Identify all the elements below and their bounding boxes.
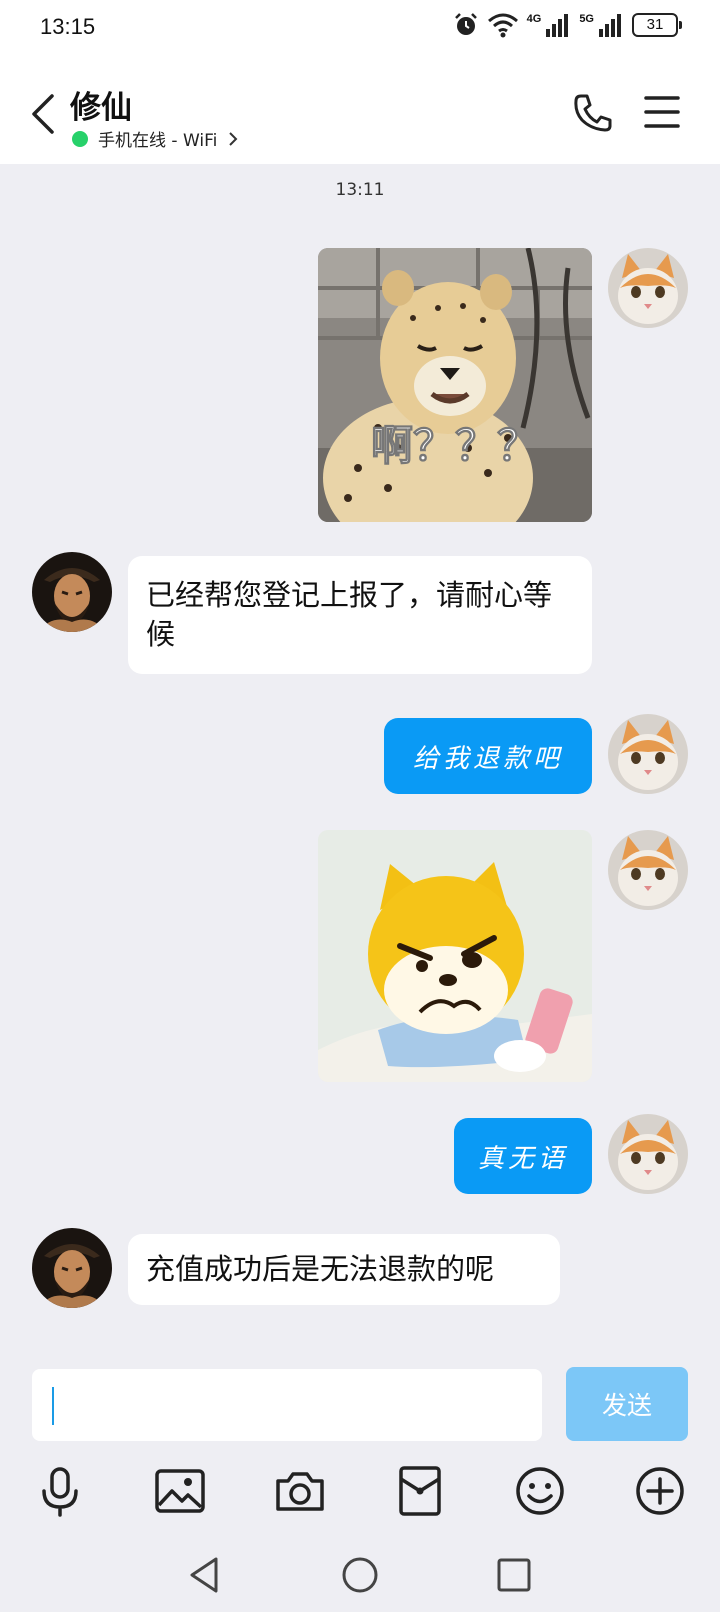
camera-icon[interactable] xyxy=(274,1465,326,1517)
cat-avatar-image xyxy=(608,248,688,328)
battery-icon: 31 xyxy=(632,13,682,37)
cat-avatar-image xyxy=(608,1114,688,1194)
nav-back-icon[interactable] xyxy=(186,1555,226,1595)
online-dot-icon xyxy=(72,130,88,147)
image-icon[interactable] xyxy=(154,1465,206,1517)
chat-header: 修仙 手机在线 - WiFi xyxy=(0,56,720,164)
cheetah-sticker-image: 啊？？？ xyxy=(318,248,592,522)
network-label-1: 4G xyxy=(526,13,542,25)
contact-avatar[interactable] xyxy=(32,552,112,632)
cat-avatar-image xyxy=(608,714,688,794)
plus-icon[interactable] xyxy=(634,1465,686,1517)
incoming-message-bubble[interactable]: 充值成功后是无法退款的呢 xyxy=(128,1234,560,1305)
incoming-message-bubble[interactable]: 已经帮您登记上报了，请耐心等候 xyxy=(128,556,592,674)
send-button[interactable]: 发送 xyxy=(566,1367,688,1441)
nav-recents-icon[interactable] xyxy=(494,1555,534,1595)
message-input[interactable] xyxy=(32,1369,542,1441)
status-icons: 4G 5G 31 xyxy=(453,12,682,38)
phone-icon[interactable] xyxy=(572,92,614,134)
signal-icon xyxy=(546,14,569,37)
wifi-icon xyxy=(487,13,518,38)
warrior-avatar-image xyxy=(32,552,112,632)
my-avatar[interactable] xyxy=(608,1114,688,1194)
nav-home-icon[interactable] xyxy=(340,1555,380,1595)
emoji-icon[interactable] xyxy=(514,1465,566,1517)
text-caret xyxy=(52,1387,54,1425)
my-avatar[interactable] xyxy=(608,714,688,794)
chevron-right-icon xyxy=(229,131,238,146)
contact-avatar[interactable] xyxy=(32,1228,112,1308)
status-time: 13:15 xyxy=(40,14,96,39)
presence-label: 手机在线 - WiFi xyxy=(98,131,218,151)
microphone-icon[interactable] xyxy=(34,1465,86,1517)
sticker-message[interactable]: 啊？？？ xyxy=(318,248,592,522)
back-arrow-icon[interactable] xyxy=(28,92,58,136)
menu-icon[interactable] xyxy=(644,94,680,130)
input-area: 发送 xyxy=(0,1355,720,1612)
sticker-message[interactable] xyxy=(318,830,592,1082)
outgoing-message-bubble[interactable]: 给我退款吧 xyxy=(384,718,592,794)
signal-icon xyxy=(599,14,621,37)
outgoing-message-bubble[interactable]: 真无语 xyxy=(454,1118,592,1194)
warrior-avatar-image xyxy=(32,1228,112,1308)
sticker-caption: 啊？？？ xyxy=(371,421,539,470)
my-avatar[interactable] xyxy=(608,830,688,910)
cat-avatar-image xyxy=(608,830,688,910)
alarm-icon xyxy=(454,13,477,35)
chat-timestamp: 13:11 xyxy=(335,180,385,200)
dog-sticker-image xyxy=(318,830,592,1082)
my-avatar[interactable] xyxy=(608,248,688,328)
status-bar: 13:15 4G 5G 31 xyxy=(0,0,720,56)
network-label-2: 5G xyxy=(579,13,594,25)
presence-status[interactable]: 手机在线 - WiFi xyxy=(72,126,239,151)
red-packet-icon[interactable] xyxy=(394,1465,446,1517)
contact-name[interactable]: 修仙 xyxy=(70,82,132,127)
